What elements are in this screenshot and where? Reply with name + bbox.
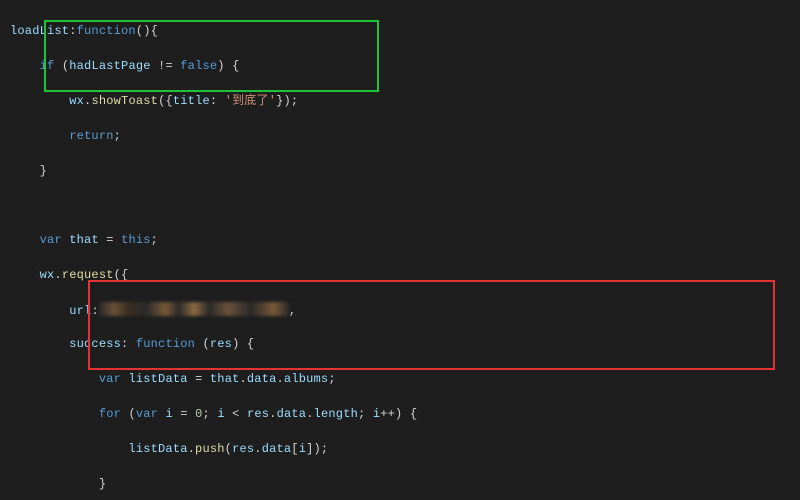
code-line: return;: [10, 128, 790, 145]
highlight-box-red: [88, 280, 775, 370]
code-line: wx.showToast({title: '到底了'});: [10, 93, 790, 110]
code-line: var listData = that.data.albums;: [10, 371, 790, 388]
code-line: [10, 197, 790, 214]
code-line: listData.push(res.data[i]);: [10, 441, 790, 458]
code-line: }: [10, 476, 790, 493]
code-line: for (var i = 0; i < res.data.length; i++…: [10, 406, 790, 423]
code-line: var that = this;: [10, 232, 790, 249]
highlight-box-green: [44, 20, 379, 92]
code-line: }: [10, 163, 790, 180]
code-editor: loadList:function(){ if (hadLastPage != …: [0, 0, 800, 500]
